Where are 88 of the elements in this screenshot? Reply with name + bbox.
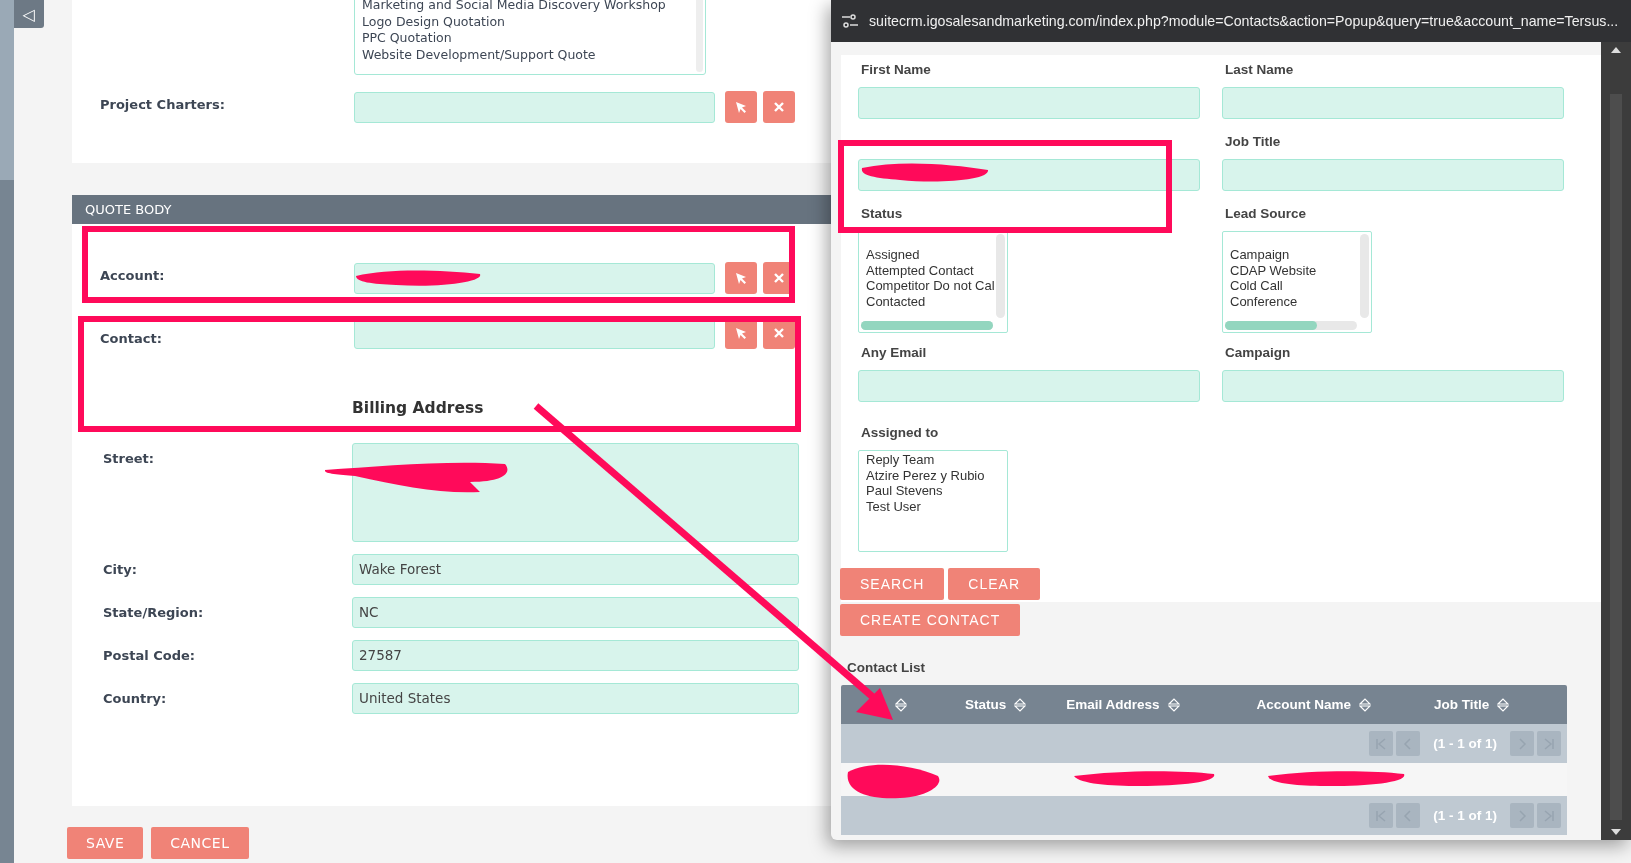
- clear-button[interactable]: [763, 91, 795, 123]
- field-label: State/Region:: [103, 604, 205, 622]
- column-header[interactable]: Job Title: [1434, 697, 1490, 712]
- field-label: Job Title: [1224, 134, 1282, 150]
- close-icon: [774, 102, 784, 112]
- sort-icon[interactable]: [1497, 697, 1510, 712]
- previous-page-button[interactable]: [1396, 731, 1421, 756]
- first-page-button[interactable]: [1369, 803, 1394, 828]
- field-label: Account:: [100, 267, 166, 285]
- list-option[interactable]: Atzire Perez y Rubio: [866, 467, 1007, 484]
- cursor-icon: [734, 271, 748, 285]
- cursor-icon: [734, 100, 748, 114]
- field-label: Lead Source: [1224, 206, 1308, 222]
- scrollbar[interactable]: [696, 0, 703, 72]
- field-label: Any Email: [860, 345, 928, 361]
- field-label: Postal Code:: [103, 647, 196, 665]
- list-option[interactable]: Campaign: [1230, 247, 1371, 263]
- linked-records-list[interactable]: Marketing and Social Media Discovery Workshop Logo Design Quotation PPC Quotation Website Development/Support Quote: [354, 0, 706, 75]
- list-option[interactable]: Competitor Do not Cal: [866, 278, 1007, 295]
- list-option[interactable]: Cold Call: [1230, 278, 1371, 295]
- list-option[interactable]: PPC Quotation: [362, 30, 705, 47]
- column-header[interactable]: Account Name: [1256, 697, 1352, 712]
- close-icon: [774, 273, 784, 283]
- field-label: Assigned to: [860, 425, 940, 441]
- scrollbar[interactable]: [861, 321, 993, 330]
- input-field[interactable]: 27587: [352, 640, 799, 671]
- previous-page-button[interactable]: [1396, 803, 1421, 828]
- field-label: Country:: [103, 690, 168, 708]
- select-list[interactable]: Reply Team Atzire Perez y Rubio Paul Stevens Test User: [858, 450, 1008, 552]
- scroll-up-icon[interactable]: [1611, 46, 1621, 54]
- sort-icon[interactable]: [1359, 697, 1372, 712]
- site-settings-icon[interactable]: [841, 14, 859, 28]
- next-page-button[interactable]: [1510, 803, 1534, 828]
- field-label: First Name: [860, 62, 932, 78]
- field-label: Status: [860, 206, 904, 222]
- scrollbar[interactable]: [996, 234, 1005, 318]
- sort-icon[interactable]: [895, 697, 907, 712]
- column-header[interactable]: Status: [965, 697, 1007, 712]
- column-header[interactable]: Email Address: [1066, 697, 1160, 712]
- input-field[interactable]: [1222, 159, 1564, 191]
- scrollbar[interactable]: [1601, 42, 1631, 840]
- field-label: Project Charters:: [100, 96, 226, 114]
- list-option[interactable]: Logo Design Quotation: [362, 13, 705, 30]
- page-url: suitecrm.igosalesandmarketing.com/index.php?module=Contacts&action=Popup&query=true&account_name=Tersus...: [869, 13, 1619, 29]
- field-label: Contact:: [100, 330, 163, 348]
- sort-icon[interactable]: [1014, 697, 1027, 712]
- field-label: Campaign: [1224, 345, 1292, 361]
- input-field[interactable]: [1222, 370, 1564, 402]
- sort-icon[interactable]: [1167, 697, 1180, 712]
- list-option[interactable]: Assigned: [866, 247, 1007, 263]
- select-button[interactable]: [725, 91, 757, 123]
- list-option[interactable]: CDAP Website: [1230, 262, 1371, 279]
- input-field[interactable]: [354, 91, 715, 123]
- text-area[interactable]: [352, 443, 799, 542]
- field-label: Last Name: [1224, 62, 1295, 78]
- cursor-icon: [734, 326, 748, 340]
- field-label: City:: [103, 561, 138, 579]
- list-option[interactable]: Test User: [866, 499, 1007, 515]
- list-option[interactable]: Conference: [1230, 294, 1371, 310]
- next-page-button[interactable]: [1510, 731, 1534, 756]
- input-field[interactable]: United States: [352, 683, 799, 714]
- section-title: Billing Address: [352, 399, 485, 417]
- input-field[interactable]: [1222, 87, 1564, 119]
- last-page-button[interactable]: [1537, 803, 1561, 828]
- list-option[interactable]: Contacted: [866, 294, 1007, 310]
- select-list[interactable]: Campaign CDAP Website Cold Call Conference: [1222, 231, 1372, 333]
- sidebar-toggle[interactable]: ◁: [14, 0, 44, 28]
- input-field[interactable]: Wake Forest: [352, 554, 799, 585]
- input-field[interactable]: NC: [352, 597, 799, 628]
- page-count: (1 - 1 of 1): [1433, 736, 1497, 751]
- last-page-button[interactable]: [1537, 731, 1561, 756]
- list-title: Contact List: [847, 660, 926, 675]
- first-page-button[interactable]: [1369, 731, 1394, 756]
- list-option[interactable]: Paul Stevens: [866, 483, 1007, 500]
- scrollbar[interactable]: [1225, 321, 1357, 330]
- field-label: Street:: [103, 450, 156, 468]
- select-button[interactable]: [725, 262, 757, 294]
- page-count: (1 - 1 of 1): [1433, 808, 1497, 823]
- select-list[interactable]: Assigned Attempted Contact Competitor Do not Cal Contacted: [858, 231, 1008, 333]
- scroll-down-icon[interactable]: [1611, 828, 1621, 836]
- input-field[interactable]: [858, 370, 1200, 402]
- input-field[interactable]: [858, 87, 1200, 119]
- list-option[interactable]: Attempted Contact: [866, 262, 1007, 279]
- list-option[interactable]: Marketing and Social Media Discovery Workshop: [362, 0, 705, 14]
- scrollbar[interactable]: [1360, 234, 1369, 318]
- list-option[interactable]: Reply Team: [866, 452, 1007, 468]
- close-icon: [774, 328, 784, 338]
- list-option[interactable]: Website Development/Support Quote: [362, 46, 705, 63]
